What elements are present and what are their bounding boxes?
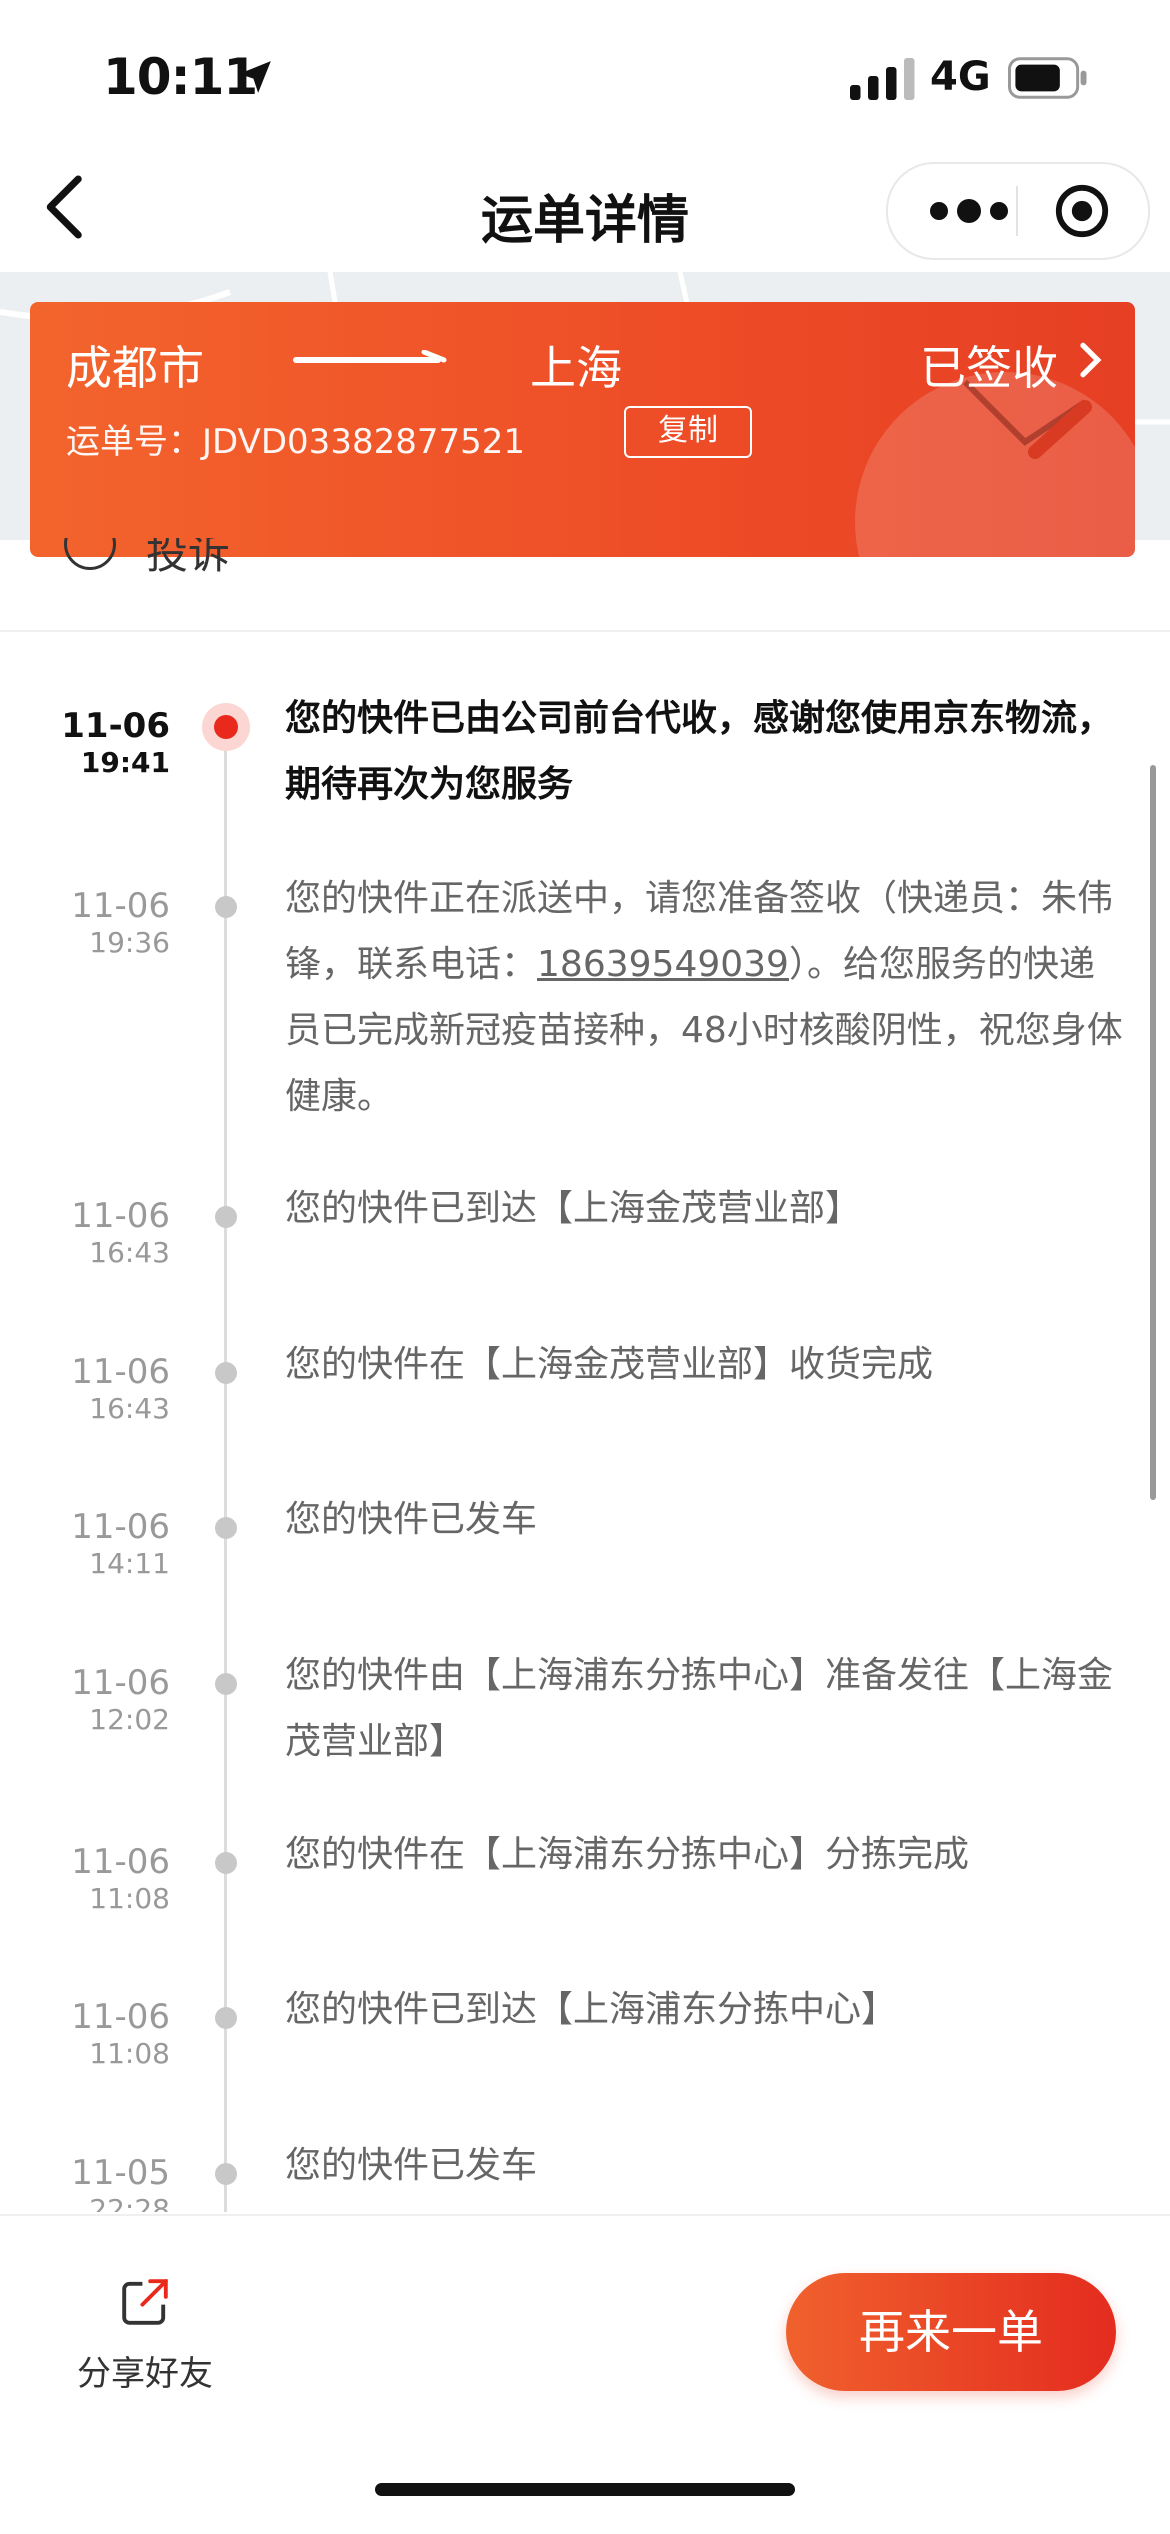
entry-time: 11:08 bbox=[89, 1882, 170, 1915]
entry-date: 11-06 bbox=[71, 1842, 170, 1882]
courier-phone-link[interactable]: 18639549039 bbox=[537, 944, 789, 985]
shipment-card[interactable]: 成都市 上海 已签收 运单号：JDVD03382877521 复制 bbox=[30, 302, 1135, 557]
entry-date: 11-06 bbox=[71, 1196, 170, 1236]
entry-date: 11-06 bbox=[71, 1663, 170, 1703]
entry-date: 11-06 bbox=[61, 706, 170, 746]
entry-time: 14:11 bbox=[89, 1547, 170, 1580]
route-arrow-icon bbox=[293, 350, 447, 363]
nav-bar: 运单详情 bbox=[0, 150, 1170, 270]
battery-icon bbox=[1008, 57, 1087, 99]
current-status-dot bbox=[202, 703, 250, 751]
network-type: 4G bbox=[930, 54, 991, 100]
status-dot bbox=[215, 1517, 237, 1539]
chevron-right-icon[interactable] bbox=[1076, 340, 1106, 380]
status-dot bbox=[215, 1673, 237, 1695]
shipment-status: 已签收 bbox=[920, 341, 1058, 395]
miniprogram-capsule bbox=[886, 162, 1150, 260]
entry-text: 您的快件已发车 bbox=[285, 2145, 538, 2186]
destination-city: 上海 bbox=[530, 341, 622, 395]
status-dot bbox=[215, 2007, 237, 2029]
entry-date: 11-06 bbox=[71, 1507, 170, 1547]
timeline-line bbox=[224, 710, 227, 2212]
share-label: 分享好友 bbox=[77, 2354, 213, 2394]
entry-date: 11-05 bbox=[71, 2153, 170, 2193]
section-divider bbox=[0, 630, 1170, 632]
share-button[interactable]: 分享好友 bbox=[60, 2276, 230, 2416]
status-time: 10:11 bbox=[103, 48, 258, 106]
tracking-timeline: 11-06 19:41 您的快件已由公司前台代收，感谢您使用京东物流，期待再次为… bbox=[0, 690, 1170, 2212]
status-dot bbox=[215, 1852, 237, 1874]
complaint-link[interactable]: 投诉 bbox=[64, 538, 264, 588]
entry-text: 您的快件由【上海浦东分拣中心】准备发往【上海金茂营业部】 bbox=[285, 1655, 1114, 1762]
home-indicator bbox=[375, 2483, 795, 2496]
status-dot bbox=[215, 896, 237, 918]
entry-text: 您的快件正在派送中，请您准备签收（快递员：朱伟锋，联系电话：1863954903… bbox=[285, 866, 1125, 1130]
entry-date: 11-06 bbox=[71, 1352, 170, 1392]
entry-time: 19:36 bbox=[89, 926, 170, 959]
close-target-icon[interactable] bbox=[1053, 182, 1111, 240]
status-dot bbox=[215, 2163, 237, 2185]
copy-button[interactable]: 复制 bbox=[624, 406, 752, 458]
entry-text: 您的快件在【上海浦东分拣中心】分拣完成 bbox=[285, 1834, 970, 1875]
entry-date: 11-06 bbox=[71, 886, 170, 926]
waybill-number: 运单号：JDVD03382877521 bbox=[66, 422, 525, 462]
status-dot bbox=[215, 1362, 237, 1384]
location-arrow-icon bbox=[239, 61, 271, 93]
entry-time: 16:43 bbox=[89, 1236, 170, 1269]
entry-text: 您的快件已由公司前台代收，感谢您使用京东物流，期待再次为您服务 bbox=[285, 698, 1114, 805]
share-icon bbox=[122, 2279, 168, 2325]
entry-time: 12:02 bbox=[89, 1703, 170, 1736]
entry-text: 您的快件已发车 bbox=[285, 1499, 538, 1540]
status-dot bbox=[215, 1206, 237, 1228]
entry-time: 19:41 bbox=[80, 746, 170, 779]
entry-time: 11:08 bbox=[89, 2037, 170, 2070]
entry-time: 16:43 bbox=[89, 1392, 170, 1425]
cellular-signal-icon bbox=[850, 58, 915, 100]
complaint-label: 投诉 bbox=[146, 538, 231, 578]
status-bar: 10:11 4G bbox=[0, 0, 1170, 150]
entry-text: 您的快件已到达【上海金茂营业部】 bbox=[285, 1188, 862, 1229]
origin-city: 成都市 bbox=[66, 341, 204, 395]
order-again-button[interactable]: 再来一单 bbox=[786, 2273, 1116, 2391]
entry-text: 您的快件已到达【上海浦东分拣中心】 bbox=[285, 1989, 898, 2030]
entry-date: 11-06 bbox=[71, 1997, 170, 2037]
complaint-icon bbox=[64, 538, 116, 570]
entry-text: 您的快件在【上海金茂营业部】收货完成 bbox=[285, 1344, 934, 1385]
scrollbar[interactable] bbox=[1150, 765, 1156, 1500]
entry-time: 22:28 bbox=[89, 2193, 170, 2212]
capsule-divider bbox=[1016, 186, 1018, 236]
more-dots-icon[interactable] bbox=[924, 188, 1014, 234]
